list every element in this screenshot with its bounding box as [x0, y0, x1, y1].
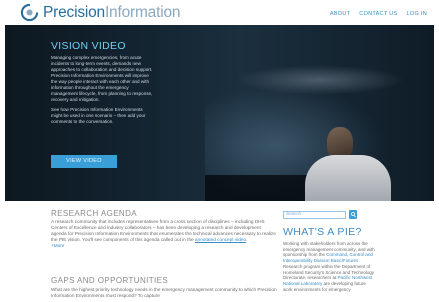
- site-header: PrecisionInformation ABOUT CONTACT US LO…: [0, 0, 439, 24]
- nav-contact-us[interactable]: CONTACT US: [359, 11, 397, 17]
- brand-name-part2: Information: [104, 4, 181, 21]
- search-input[interactable]: Search: [283, 211, 346, 219]
- hero-banner: VISION VIDEO Managing complex emergencie…: [5, 25, 434, 201]
- nav-about[interactable]: ABOUT: [330, 11, 350, 17]
- hero-description: Managing complex emergencies, from acute…: [51, 55, 155, 129]
- view-video-button[interactable]: VIEW VIDEO: [51, 155, 117, 168]
- search-icon: [350, 211, 356, 217]
- research-agenda-title: RESEARCH AGENDA: [51, 209, 138, 218]
- logo-icon[interactable]: [20, 3, 39, 22]
- hero-paragraph-2: See how Precision Information Environmen…: [51, 107, 146, 124]
- whats-a-pie-body: Working with stakeholders from across th…: [283, 241, 375, 292]
- research-text-end: .: [246, 237, 248, 242]
- nav-log-in[interactable]: LOG IN: [407, 11, 427, 17]
- search-button[interactable]: [349, 210, 357, 219]
- hero-paragraph-1: Managing complex emergencies, from acute…: [51, 55, 153, 102]
- hero-title: VISION VIDEO: [51, 40, 126, 52]
- gaps-body: What are the highest priority technology…: [51, 287, 277, 298]
- top-nav: ABOUT CONTACT US LOG IN: [330, 11, 427, 17]
- hero-person-body: [305, 155, 391, 201]
- gaps-title: GAPS AND OPPORTUNITIES: [51, 276, 169, 285]
- brand-name-part1: Precision: [43, 4, 105, 21]
- research-more-link[interactable]: +More: [51, 243, 64, 248]
- research-agenda-body: A research community that includes repre…: [51, 219, 277, 249]
- brand-logo[interactable]: PrecisionInformation: [43, 4, 180, 21]
- hero-dashboard-shape: [205, 175, 315, 201]
- whats-a-pie-title: WHAT'S A PIE?: [283, 226, 362, 238]
- annotated-video-link[interactable]: annotated concept video: [195, 237, 246, 242]
